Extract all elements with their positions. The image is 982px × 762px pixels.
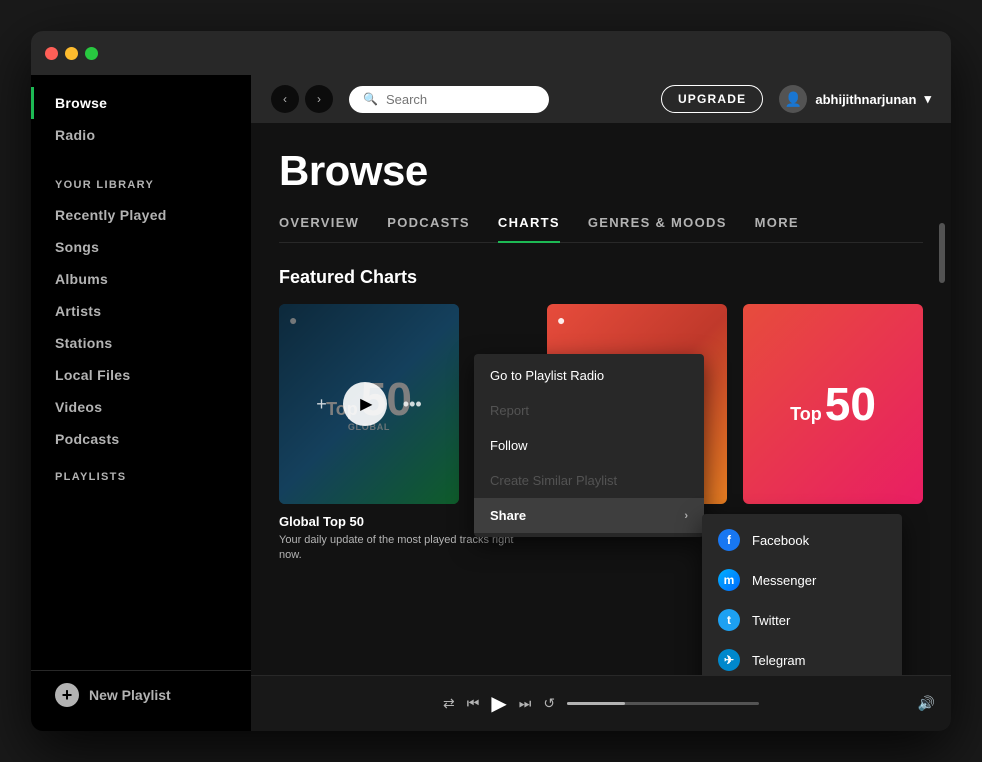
playback-bar: ⇄ ⏮ ▶ ⏭ ↺ 🔊 — [251, 675, 951, 731]
telegram-icon: ✈ — [718, 649, 740, 671]
page-title: Browse — [279, 147, 923, 195]
playback-center: ⇄ ⏮ ▶ ⏭ ↺ — [443, 691, 759, 716]
next-icon[interactable]: ⏭ — [519, 695, 532, 712]
sidebar-item-videos[interactable]: Videos — [31, 391, 251, 423]
sidebar-item-local-files[interactable]: Local Files — [31, 359, 251, 391]
tab-podcasts[interactable]: PODCASTS — [387, 215, 470, 242]
card-hover-controls: + ••• — [279, 304, 459, 504]
sidebar-item-browse[interactable]: Browse — [31, 87, 251, 119]
context-menu-item-report: Report — [474, 393, 704, 428]
sidebar-item-albums[interactable]: Albums — [31, 263, 251, 295]
previous-icon[interactable]: ⏮ — [467, 695, 480, 712]
repeat-icon[interactable]: ↺ — [543, 695, 555, 712]
search-bar[interactable]: 🔍 — [349, 86, 549, 113]
progress-bar[interactable] — [567, 702, 759, 705]
messenger-icon: m — [718, 569, 740, 591]
shuffle-icon[interactable]: ⇄ — [443, 695, 455, 712]
share-item-telegram[interactable]: ✈ Telegram — [702, 640, 902, 675]
featured-charts-title: Featured Charts — [279, 267, 923, 288]
sidebar: Browse Radio YOUR LIBRARY Recently Playe… — [31, 75, 251, 731]
tab-overview[interactable]: OVERVIEW — [279, 215, 359, 242]
chart-number-3: 50 — [825, 381, 876, 427]
playlists-label: PLAYLISTS — [31, 455, 251, 491]
tab-genres[interactable]: GENRES & MOODS — [588, 215, 727, 242]
top-bar-right: UPGRADE 👤 abhijithnarjunan ▾ — [661, 85, 931, 113]
sidebar-item-recently-played[interactable]: Recently Played — [31, 199, 251, 231]
sidebar-nav: Browse Radio — [31, 87, 251, 163]
plus-icon: + — [55, 683, 79, 707]
sidebar-item-artists[interactable]: Artists — [31, 295, 251, 327]
app-window: Browse Radio YOUR LIBRARY Recently Playe… — [31, 31, 951, 731]
upgrade-button[interactable]: UPGRADE — [661, 85, 763, 113]
context-menu-item-create-similar: Create Similar Playlist — [474, 463, 704, 498]
sidebar-item-radio[interactable]: Radio — [31, 119, 251, 151]
content-area: ‹ › 🔍 UPGRADE 👤 abhijithnarjunan ▾ — [251, 75, 951, 731]
new-playlist-button[interactable]: + New Playlist — [31, 670, 251, 719]
tab-more[interactable]: MORE — [755, 215, 799, 242]
minimize-button[interactable] — [65, 47, 78, 60]
library-items: Recently Played Songs Albums Artists Sta… — [31, 199, 251, 455]
sidebar-item-stations[interactable]: Stations — [31, 327, 251, 359]
context-menu: Go to Playlist Radio Report Follow Creat… — [474, 354, 704, 537]
search-input[interactable] — [386, 92, 526, 107]
forward-button[interactable]: › — [305, 85, 333, 113]
play-pause-icon[interactable]: ▶ — [491, 691, 506, 716]
user-area[interactable]: 👤 abhijithnarjunan ▾ — [779, 85, 931, 113]
charts-row: ● Top 50 GLOBAL + •• — [279, 304, 923, 564]
close-button[interactable] — [45, 47, 58, 60]
share-item-messenger[interactable]: m Messenger — [702, 560, 902, 600]
sidebar-item-podcasts[interactable]: Podcasts — [31, 423, 251, 455]
chart-number-row-3: Top 50 — [790, 381, 876, 427]
username: abhijithnarjunan — [815, 92, 916, 107]
share-submenu: f Facebook m Messenger t Twitter — [702, 514, 902, 675]
sidebar-spacer — [31, 491, 251, 670]
share-item-facebook[interactable]: f Facebook — [702, 520, 902, 560]
scroll-indicator — [939, 223, 945, 283]
twitter-icon: t — [718, 609, 740, 631]
chart-overlay-3: Top 50 — [743, 304, 923, 504]
search-icon: 🔍 — [363, 92, 378, 106]
fullscreen-button[interactable] — [85, 47, 98, 60]
top-bar: ‹ › 🔍 UPGRADE 👤 abhijithnarjunan ▾ — [251, 75, 951, 123]
more-button[interactable]: ••• — [403, 394, 422, 415]
volume-icon[interactable]: 🔊 — [918, 695, 935, 712]
traffic-lights — [45, 47, 98, 60]
playback-right: 🔊 — [775, 695, 935, 712]
chevron-down-icon: ▾ — [924, 91, 931, 107]
context-menu-item-share[interactable]: Share › — [474, 498, 704, 533]
chart-top-label-3: Top — [790, 404, 822, 425]
chart-card-global-top-50[interactable]: ● Top 50 GLOBAL + •• — [279, 304, 459, 504]
back-button[interactable]: ‹ — [271, 85, 299, 113]
tab-charts[interactable]: CHARTS — [498, 215, 560, 242]
share-item-twitter[interactable]: t Twitter — [702, 600, 902, 640]
nav-arrows: ‹ › — [271, 85, 333, 113]
facebook-icon: f — [718, 529, 740, 551]
context-menu-item-follow[interactable]: Follow — [474, 428, 704, 463]
tabs: OVERVIEW PODCASTS CHARTS GENRES & MOODS … — [279, 215, 923, 243]
main-container: Browse Radio YOUR LIBRARY Recently Playe… — [31, 75, 951, 731]
title-bar — [31, 31, 951, 75]
play-button[interactable] — [343, 382, 387, 426]
your-library-label: YOUR LIBRARY — [31, 163, 251, 199]
progress-fill — [567, 702, 625, 705]
avatar: 👤 — [779, 85, 807, 113]
chart-desc-1: Your daily update of the most played tra… — [279, 533, 531, 564]
add-button[interactable]: + — [316, 394, 327, 415]
sidebar-item-songs[interactable]: Songs — [31, 231, 251, 263]
context-menu-item-go-to-radio[interactable]: Go to Playlist Radio — [474, 358, 704, 393]
chart-card-3[interactable]: Top 50 — [743, 304, 923, 504]
chevron-right-icon: › — [684, 510, 688, 522]
scroll-area[interactable]: Browse OVERVIEW PODCASTS CHARTS GENRES &… — [251, 123, 951, 675]
